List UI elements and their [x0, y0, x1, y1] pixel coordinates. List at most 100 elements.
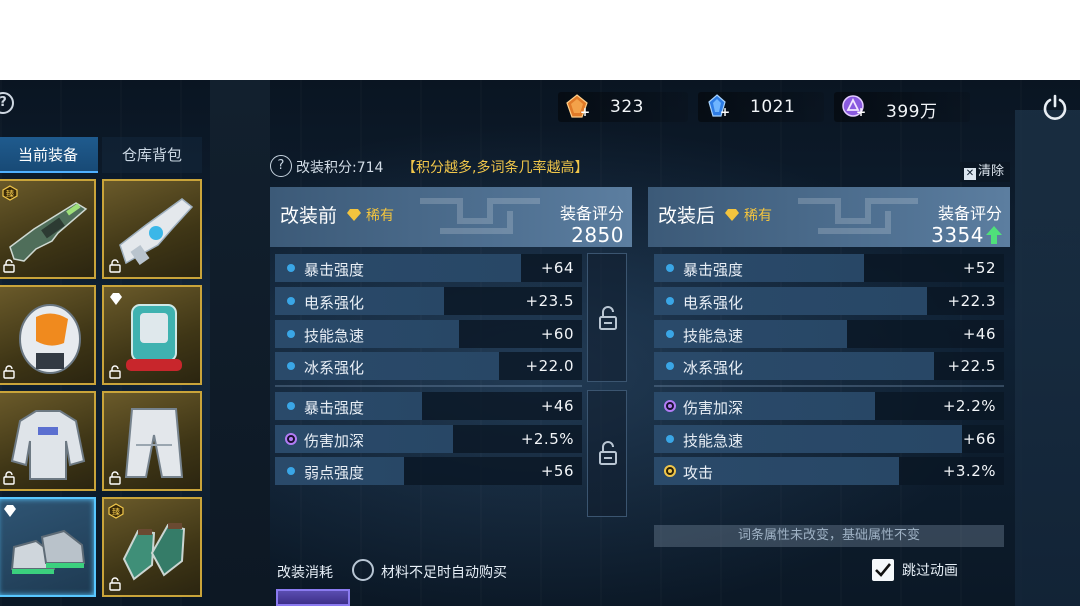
score-help-icon[interactable]: ?: [270, 155, 292, 177]
stat-value: +66: [962, 430, 996, 448]
after-rarity-label: 稀有: [744, 208, 772, 224]
after-panel-header: 改装后 稀有 装备评分 3354: [648, 187, 1010, 247]
lock-group-1-button[interactable]: [587, 253, 627, 382]
equipment-slot-helmet[interactable]: [0, 285, 96, 385]
add-currency-icon[interactable]: +: [580, 106, 592, 118]
stat-value: +22.0: [525, 357, 574, 375]
game-screen: ? + 323 + 1021 + 399万 当前装备 仓库背包: [0, 80, 1080, 606]
after-score-value: 3354: [931, 223, 1002, 247]
stat-value: +56: [540, 462, 574, 480]
cost-label: 改装消耗: [277, 565, 333, 581]
stat-value: +2.2%: [942, 397, 996, 415]
stat-name: 技能急速: [683, 327, 744, 345]
stat-dot-icon: [666, 264, 674, 272]
rarity-gem-icon: [347, 209, 361, 221]
circuit-decoration: [798, 198, 918, 234]
stat-value: +46: [540, 397, 574, 415]
currency-blue-crystal[interactable]: + 1021: [698, 92, 824, 122]
stat-name: 技能急速: [683, 432, 744, 450]
currency-purple-orb[interactable]: + 399万: [834, 92, 970, 122]
tab-warehouse[interactable]: 仓库背包: [102, 137, 202, 173]
material-slot[interactable]: [276, 589, 350, 606]
stat-name: 冰系强化: [304, 359, 365, 377]
stat-value: +23.5: [525, 292, 574, 310]
tab-current-equipment[interactable]: 当前装备: [0, 137, 98, 173]
before-stat-row: 伤害加深 +2.5%: [275, 425, 582, 453]
stat-dot-icon: [287, 330, 295, 338]
power-icon[interactable]: [1041, 93, 1069, 121]
stat-name: 伤害加深: [683, 399, 744, 417]
after-rarity: 稀有: [724, 205, 772, 225]
background-wall: [1015, 110, 1080, 606]
blaster-icon: [119, 198, 194, 265]
stat-value: +3.2%: [942, 462, 996, 480]
stat-name: 电系强化: [304, 294, 365, 312]
up-arrow-icon: [986, 226, 1002, 244]
rifle-icon: [9, 202, 88, 262]
lock-icon: [109, 365, 121, 379]
unchanged-note: 词条属性未改变，基础属性不变: [654, 525, 1004, 547]
stat-name: 冰系强化: [683, 359, 744, 377]
stat-value: +52: [962, 259, 996, 277]
stat-value: +64: [540, 259, 574, 277]
checkmark-icon: [875, 563, 892, 577]
diamond-badge-icon: [110, 293, 122, 305]
clear-label: 清除: [978, 164, 1005, 179]
auto-buy-radio[interactable]: [352, 559, 374, 581]
auto-buy-label[interactable]: 材料不足时自动购买: [381, 562, 507, 582]
currency-orange-gem[interactable]: + 323: [558, 92, 688, 122]
currency-amount: 1021: [750, 97, 796, 117]
svg-text:臻: 臻: [112, 507, 120, 517]
circuit-decoration: [420, 198, 540, 234]
stat-value: +46: [962, 325, 996, 343]
equipment-slot-rifle[interactable]: 臻: [0, 179, 96, 279]
stat-dot-icon: [664, 465, 676, 477]
lock-icon: [3, 365, 15, 379]
lock-group-2-button[interactable]: [587, 390, 627, 517]
stat-dot-icon: [666, 297, 674, 305]
rarity-gem-icon: [725, 209, 739, 221]
add-currency-icon[interactable]: +: [856, 106, 868, 118]
lock-icon: [109, 259, 121, 273]
lock-icon: [109, 577, 121, 591]
before-stat-row: 弱点强度 +56: [275, 457, 582, 485]
equipment-slot-gloves[interactable]: 臻: [102, 497, 202, 597]
lock-icon: [109, 471, 121, 485]
equipment-slot-boots[interactable]: [0, 497, 96, 597]
stat-name: 暴击强度: [683, 261, 744, 279]
after-stat-row: 电系强化 +22.3: [654, 287, 1004, 315]
helmet-icon: [19, 304, 81, 374]
after-stat-row: 冰系强化 +22.5: [654, 352, 1004, 380]
stat-name: 弱点强度: [304, 464, 365, 482]
add-currency-icon[interactable]: +: [720, 106, 732, 118]
after-score-label: 装备评分: [937, 204, 1002, 223]
gloves-icon: [122, 523, 186, 581]
before-title: 改装前: [280, 205, 338, 227]
after-stat-row: 伤害加深 +2.2%: [654, 392, 1004, 420]
armor-icon: [10, 410, 86, 480]
backpack-icon: [126, 304, 182, 371]
after-score-number: 3354: [931, 223, 984, 247]
stat-name: 伤害加深: [304, 432, 365, 450]
equipment-slot-armor[interactable]: [0, 391, 96, 491]
stat-dot-icon: [666, 362, 674, 370]
stat-dot-icon: [285, 433, 297, 445]
clear-button[interactable]: ✕ 清除: [960, 162, 1010, 182]
before-stat-row: 电系强化 +23.5: [275, 287, 582, 315]
stat-dot-icon: [666, 435, 674, 443]
stat-value: +22.5: [947, 357, 996, 375]
before-stat-row: 暴击强度 +64: [275, 254, 582, 282]
after-stat-row: 技能急速 +66: [654, 425, 1004, 453]
modify-score-label: 改装积分:714: [296, 160, 384, 176]
equipment-slot-backpack[interactable]: [102, 285, 202, 385]
skip-animation-checkbox[interactable]: [872, 559, 894, 581]
before-stat-row: 冰系强化 +22.0: [275, 352, 582, 380]
skip-animation-label[interactable]: 跳过动画: [902, 560, 958, 580]
stat-dot-icon: [666, 330, 674, 338]
stat-dot-icon: [287, 297, 295, 305]
lock-icon: [3, 471, 15, 485]
equipment-slot-blaster[interactable]: [102, 179, 202, 279]
rank-badge-icon: 臻: [2, 185, 18, 201]
unlock-icon: [599, 441, 617, 465]
equipment-slot-pants[interactable]: [102, 391, 202, 491]
